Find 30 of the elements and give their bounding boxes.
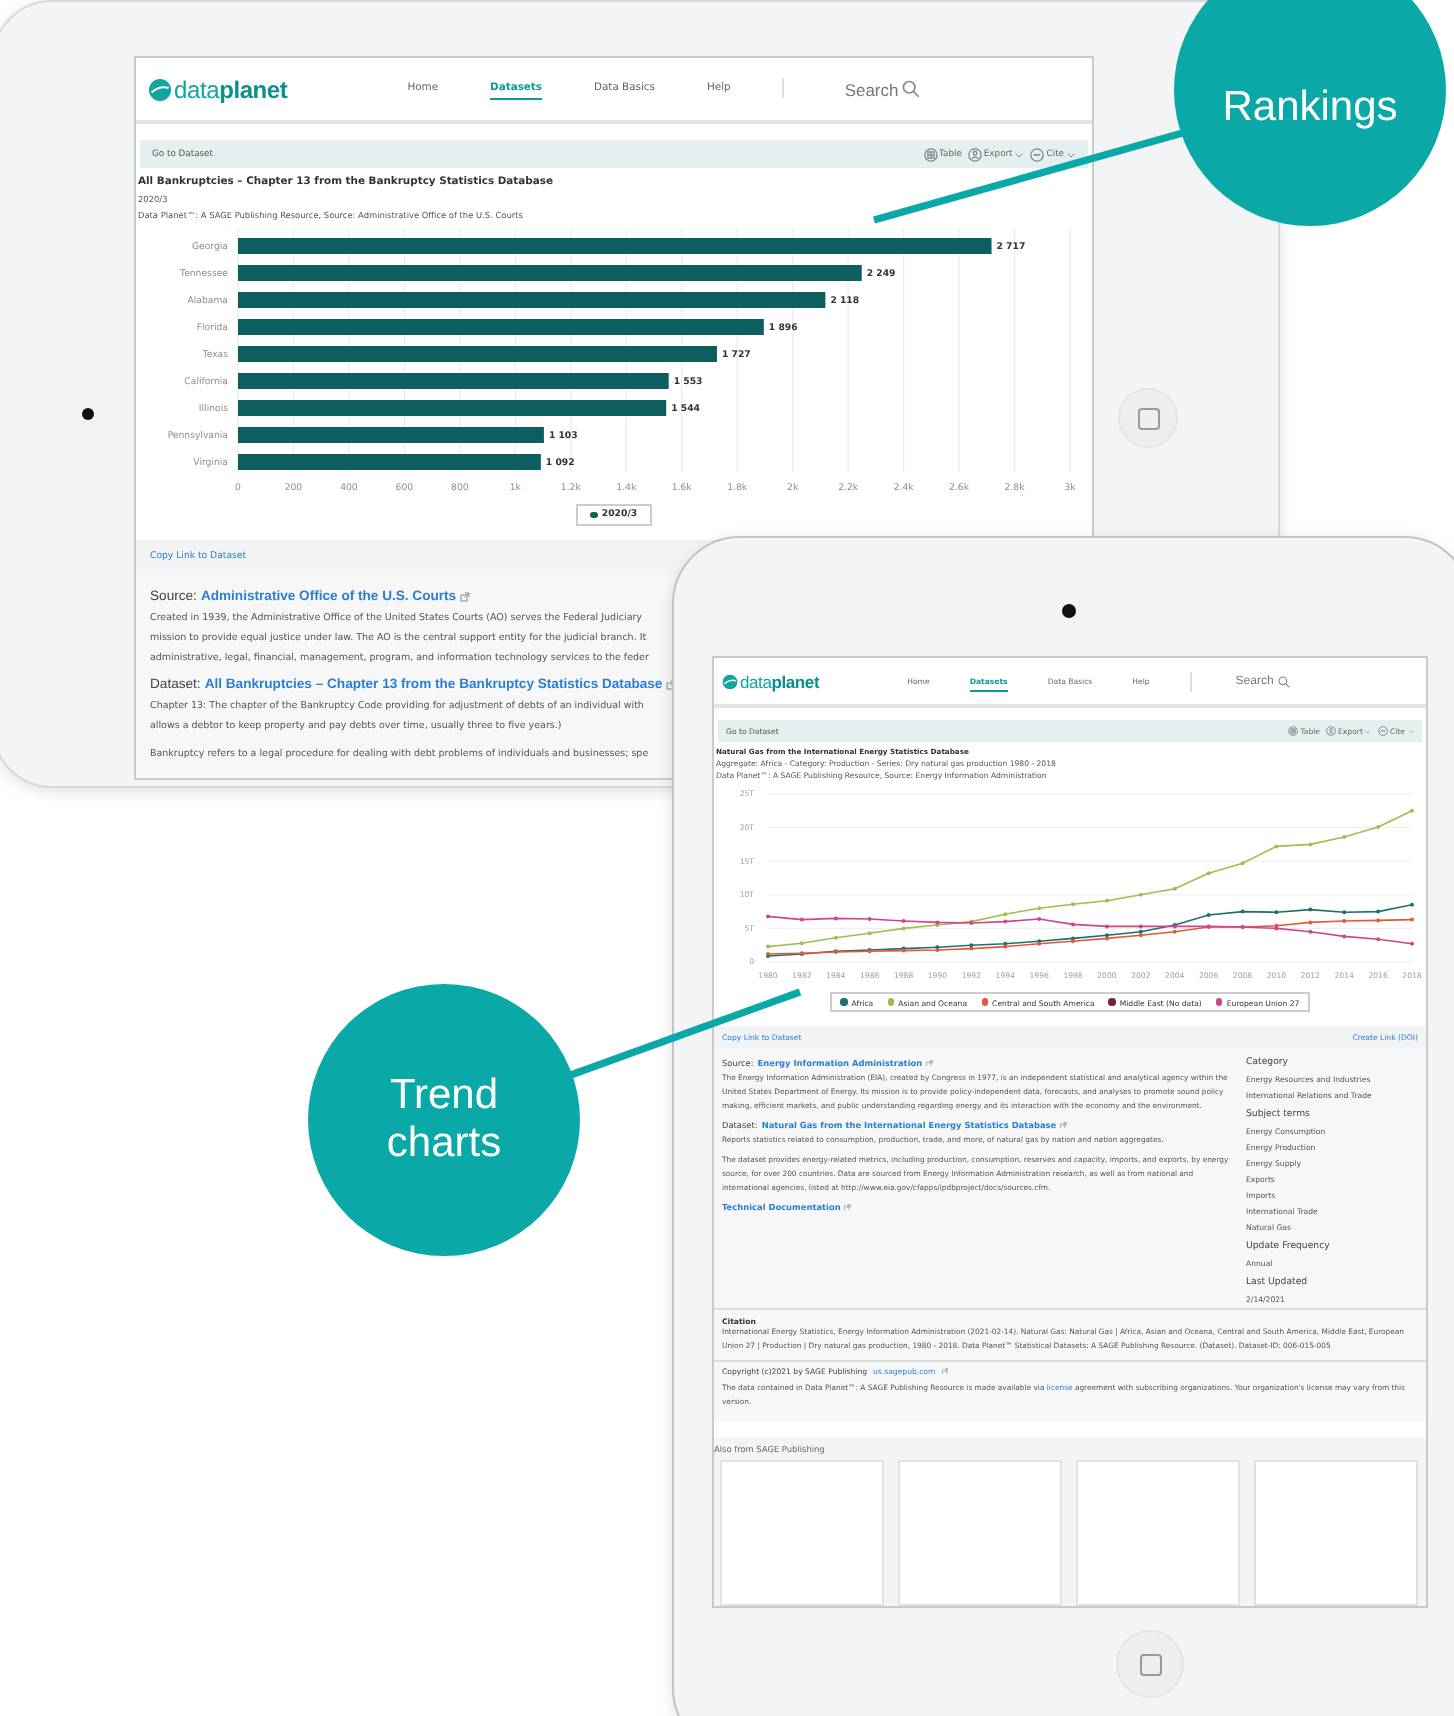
logo-text[interactable]: dataplanet — [174, 75, 288, 103]
quote-icon — [1030, 147, 1045, 161]
table-icon — [1288, 726, 1299, 736]
publication-card[interactable] — [720, 1460, 884, 1606]
external-link-icon — [460, 592, 471, 602]
search-icon — [902, 80, 921, 98]
caret-icon — [1014, 149, 1025, 159]
camera-dot — [82, 408, 94, 420]
search-icon — [1277, 675, 1290, 687]
external-link-icon — [926, 1059, 934, 1067]
table-icon — [923, 147, 938, 161]
person-icon — [967, 147, 982, 161]
search-button[interactable]: Search — [844, 79, 921, 99]
home-button[interactable] — [1118, 388, 1178, 448]
callout-bubble: Trend charts — [308, 984, 580, 1256]
external-link-icon — [1060, 1121, 1068, 1129]
publication-card[interactable] — [1076, 1460, 1240, 1606]
external-link-icon — [844, 1203, 852, 1211]
external-link-icon — [941, 1367, 949, 1375]
caret-icon — [1066, 149, 1076, 159]
camera-dot — [1062, 604, 1076, 618]
logo-text[interactable]: dataplanet — [740, 671, 820, 691]
logo-icon — [722, 673, 738, 689]
person-icon — [1326, 726, 1337, 736]
publication-card[interactable] — [1254, 1460, 1418, 1606]
logo-icon — [148, 77, 172, 101]
quote-icon — [1377, 726, 1388, 736]
publication-card[interactable] — [898, 1460, 1062, 1606]
callout-bubble: Rankings — [1174, 0, 1446, 226]
home-button[interactable] — [1116, 1630, 1184, 1698]
